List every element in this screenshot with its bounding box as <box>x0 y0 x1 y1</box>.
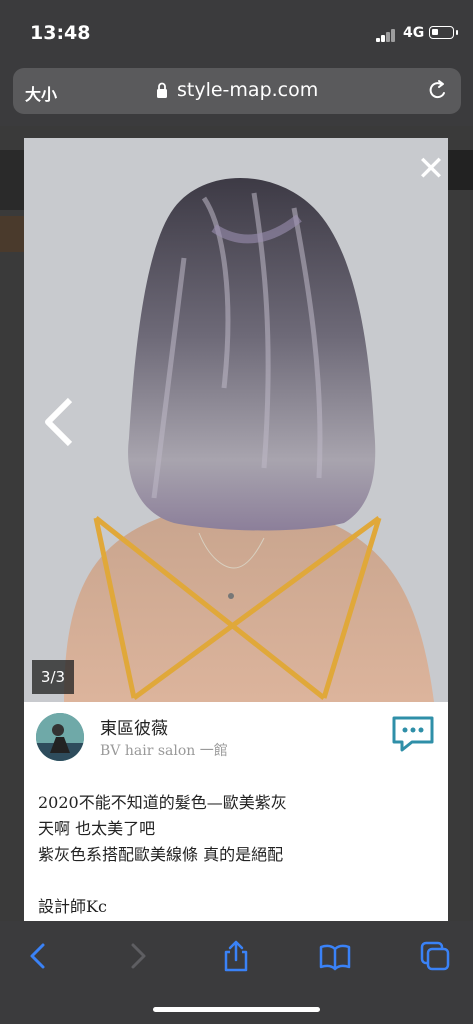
browser-toolbar <box>0 921 473 1024</box>
author-name[interactable]: 東區彼薇 <box>100 714 168 739</box>
address-bar[interactable]: 大小 style-map.com <box>13 68 461 114</box>
book-icon[interactable] <box>318 939 352 973</box>
post-line <box>38 868 438 894</box>
tabs-icon[interactable] <box>418 939 452 973</box>
photo-counter: 3/3 <box>32 660 74 694</box>
post-line: 2020不能不知道的髮色—歐美紫灰 <box>38 793 287 812</box>
chevron-left-icon[interactable] <box>40 394 80 450</box>
chat-icon[interactable] <box>390 714 436 754</box>
post-line: 紫灰色系搭配歐美線條 真的是絕配 <box>38 845 284 864</box>
home-indicator <box>153 1007 320 1012</box>
url-text[interactable]: style-map.com <box>177 79 318 101</box>
status-bar: 13:48 4G <box>0 0 473 62</box>
post-line: 設計師Kc <box>38 897 107 916</box>
avatar[interactable] <box>36 713 84 761</box>
network-type: 4G <box>403 25 425 41</box>
salon-name[interactable]: BV hair salon 一館 <box>100 740 228 760</box>
hairstyle-photo: ✕ 3/3 <box>24 138 448 702</box>
text-size-button[interactable]: 大小 <box>25 81 57 105</box>
status-time: 13:48 <box>30 22 91 44</box>
back-icon[interactable] <box>22 939 56 973</box>
lock-icon <box>157 82 167 98</box>
close-icon[interactable]: ✕ <box>416 152 446 186</box>
signal-icon <box>376 28 398 42</box>
post-line: 天啊 也太美了吧 <box>38 819 156 838</box>
forward-icon[interactable] <box>120 939 154 973</box>
post-text: 2020不能不知道的髮色—歐美紫灰 天啊 也太美了吧 紫灰色系搭配歐美線條 真的… <box>38 790 438 920</box>
battery-icon <box>429 26 458 39</box>
author-row: 東區彼薇 BV hair salon 一館 <box>24 702 448 772</box>
browser-address-area: 大小 style-map.com <box>0 62 473 126</box>
photo-modal: ✕ 3/3 東區彼薇 BV hair salon 一館 2020不能不知道的髮色… <box>24 138 448 921</box>
share-icon[interactable] <box>219 939 253 973</box>
reload-icon[interactable] <box>427 79 449 103</box>
